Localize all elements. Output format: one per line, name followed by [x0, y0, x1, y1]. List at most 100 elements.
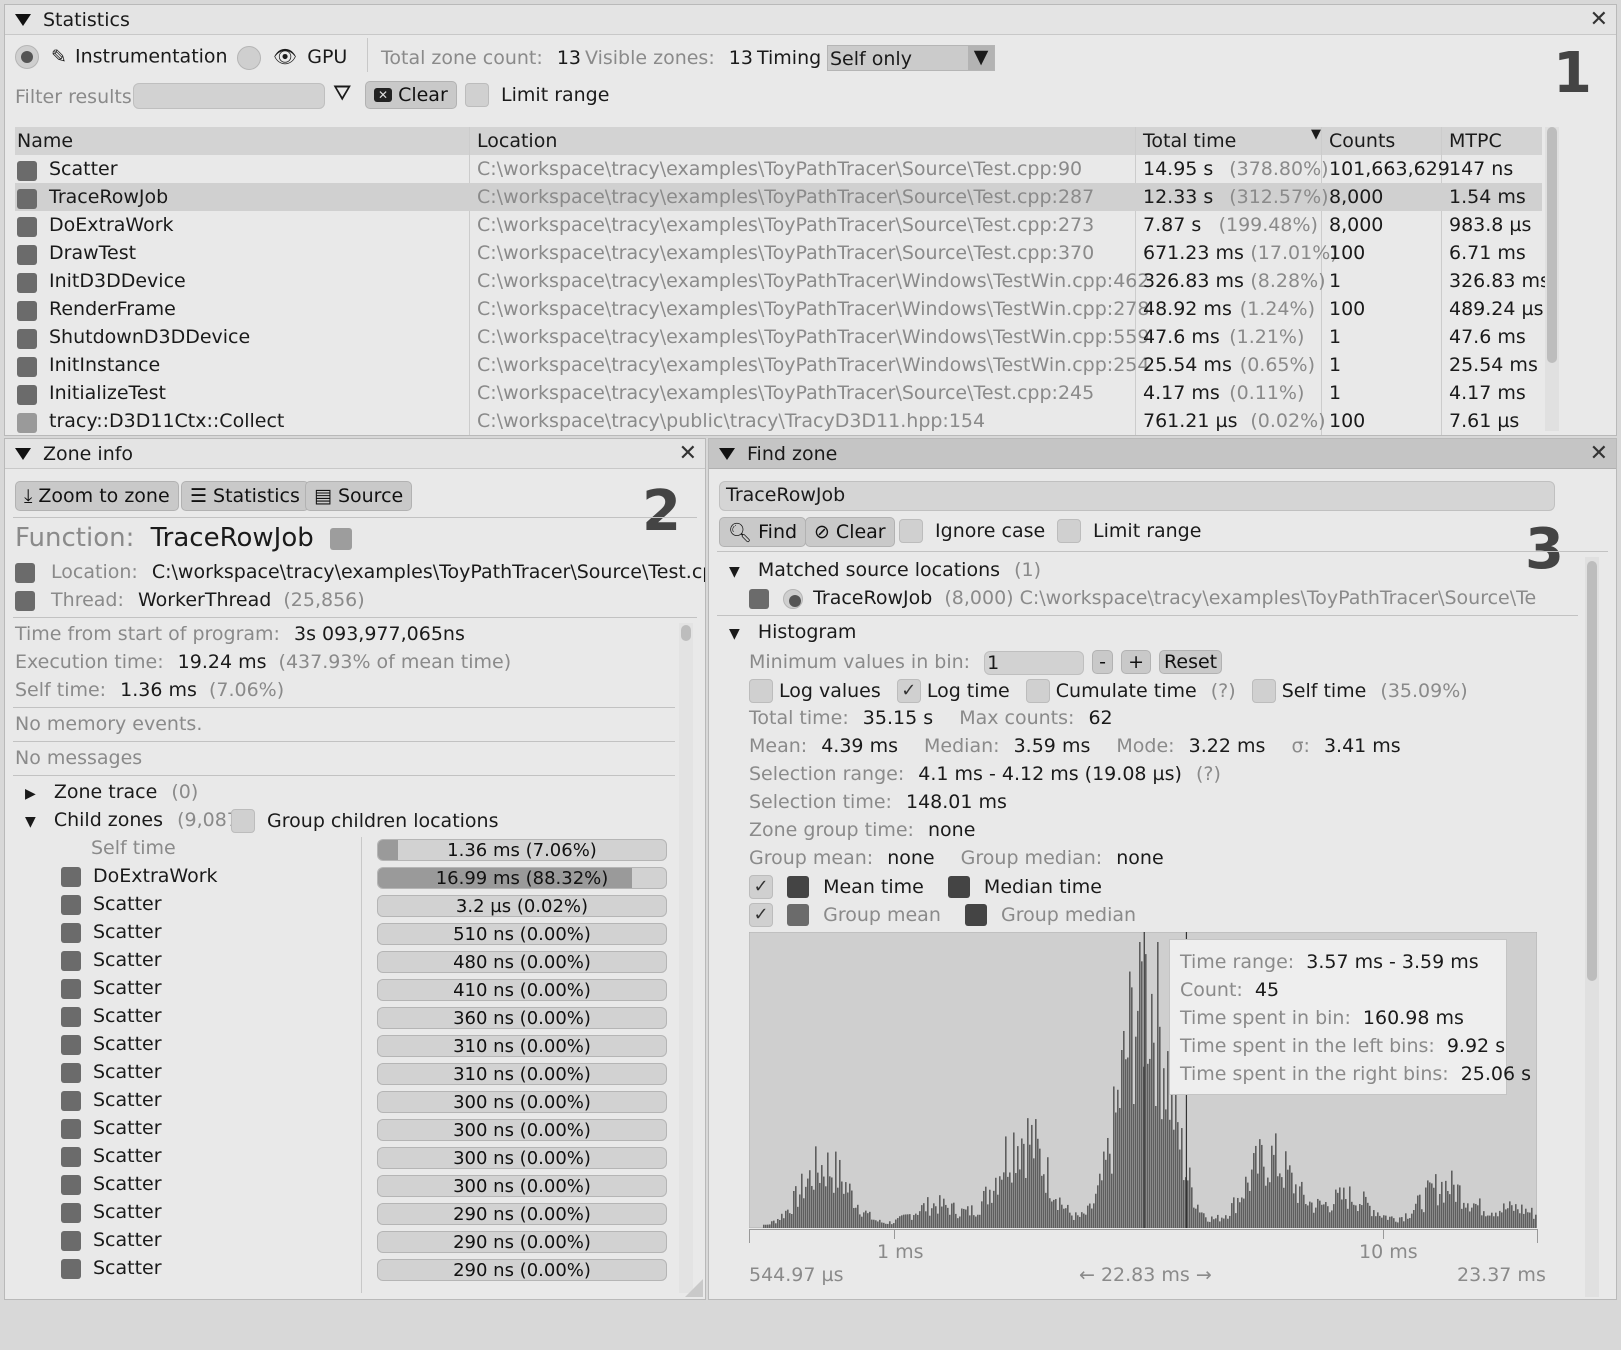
matched-locations-toggle[interactable]: ▼ Matched source locations (1): [729, 559, 1041, 581]
child-zone-bar[interactable]: 300 ns (0.00%): [377, 1175, 667, 1197]
mean-time-checkbox[interactable]: ✓: [749, 875, 773, 899]
table-row[interactable]: tracy::D3D11Ctx::Collect C:\workspace\tra…: [15, 407, 1542, 435]
child-zone-bar[interactable]: 410 ns (0.00%): [377, 979, 667, 1001]
table-row[interactable]: ShutdownD3DDevice C:\workspace\tracy\exam…: [15, 323, 1542, 351]
log-time-toggle[interactable]: ✓ Log time: [896, 679, 1010, 703]
collapse-triangle-icon[interactable]: [15, 13, 31, 26]
zone-location[interactable]: C:\workspace\tracy\examples\ToyPathTrace…: [477, 158, 1082, 180]
zone-location[interactable]: C:\workspace\tracy\examples\ToyPathTrace…: [477, 242, 1094, 264]
child-zone-bar[interactable]: 1.36 ms (7.06%): [377, 839, 667, 861]
child-zone-bar[interactable]: 300 ns (0.00%): [377, 1147, 667, 1169]
filter-input[interactable]: [133, 83, 325, 109]
group-children-toggle[interactable]: Group children locations: [231, 809, 499, 833]
histogram-toggle[interactable]: ▼ Histogram: [729, 621, 856, 643]
child-zone-bar[interactable]: 300 ns (0.00%): [377, 1119, 667, 1141]
child-zone-name[interactable]: Scatter: [61, 1257, 162, 1279]
child-zone-bar[interactable]: 290 ns (0.00%): [377, 1203, 667, 1225]
help-marker[interactable]: (?): [1196, 763, 1221, 785]
close-icon[interactable]: ✕: [1590, 441, 1608, 466]
child-zone-name[interactable]: DoExtraWork: [61, 865, 218, 887]
find-button[interactable]: 🔍︎ Find: [719, 517, 807, 547]
col-counts[interactable]: Counts: [1329, 130, 1395, 152]
table-row[interactable]: InitInstance C:\workspace\tracy\examples\…: [15, 351, 1542, 379]
zone-name[interactable]: InitializeTest: [49, 382, 166, 404]
scrollbar-thumb[interactable]: [1587, 561, 1597, 981]
child-zones-toggle[interactable]: ▼ Child zones (9,087): [25, 809, 246, 831]
zone-trace-toggle[interactable]: ▶ Zone trace (0): [25, 781, 198, 803]
child-zone-name[interactable]: Scatter: [61, 1145, 162, 1167]
matched-location-item[interactable]: TraceRowJob (8,000) C:\workspace\tracy\e…: [749, 587, 1537, 609]
clear-button[interactable]: ✕ Clear: [365, 81, 457, 109]
zone-location[interactable]: C:\workspace\tracy\examples\ToyPathTrace…: [477, 298, 1149, 320]
mode-instrumentation[interactable]: ✎ Instrumentation: [15, 45, 228, 69]
child-zone-name[interactable]: Scatter: [61, 1117, 162, 1139]
collapse-triangle-icon[interactable]: [15, 447, 31, 460]
clear-button[interactable]: ⊘ Clear: [805, 517, 895, 547]
child-zone-name[interactable]: Scatter: [61, 1173, 162, 1195]
limit-range-checkbox[interactable]: [465, 83, 489, 107]
col-mtpc[interactable]: MTPC: [1449, 130, 1502, 152]
zone-location[interactable]: C:\workspace\tracy\examples\ToyPathTrace…: [477, 270, 1149, 292]
table-row[interactable]: InitializeTest C:\workspace\tracy\example…: [15, 379, 1542, 407]
cumulate-time-toggle[interactable]: Cumulate time: [1025, 679, 1197, 703]
child-zone-name[interactable]: Scatter: [61, 1089, 162, 1111]
child-zone-bar[interactable]: 290 ns (0.00%): [377, 1259, 667, 1281]
child-zone-name[interactable]: Scatter: [61, 949, 162, 971]
zone-name[interactable]: tracy::D3D11Ctx::Collect: [49, 410, 284, 432]
table-row[interactable]: Scatter C:\workspace\tracy\examples\ToyPa…: [15, 155, 1542, 183]
child-zone-bar[interactable]: 16.99 ms (88.32%): [377, 867, 667, 889]
ignore-case-checkbox[interactable]: [899, 519, 923, 543]
zone-name[interactable]: InitD3DDevice: [49, 270, 186, 292]
zone-name[interactable]: RenderFrame: [49, 298, 176, 320]
zone-location[interactable]: C:\workspace\tracy\examples\ToyPathTrace…: [477, 326, 1149, 348]
col-name[interactable]: Name: [17, 130, 73, 152]
clipboard-icon[interactable]: [330, 527, 353, 550]
col-location[interactable]: Location: [477, 130, 557, 152]
table-row[interactable]: RenderFrame C:\workspace\tracy\examples\T…: [15, 295, 1544, 323]
child-zone-name[interactable]: Scatter: [61, 1229, 162, 1251]
zone-location[interactable]: C:\workspace\tracy\examples\ToyPathTrace…: [477, 382, 1094, 404]
increment-button[interactable]: +: [1121, 650, 1151, 674]
child-zone-name[interactable]: Scatter: [61, 1033, 162, 1055]
zone-name[interactable]: Scatter: [49, 158, 118, 180]
child-zone-bar[interactable]: 310 ns (0.00%): [377, 1063, 667, 1085]
table-row[interactable]: TraceRowJob C:\workspace\tracy\examples\T…: [15, 183, 1542, 211]
group-mean-checkbox[interactable]: ✓: [749, 903, 773, 927]
statistics-titlebar[interactable]: Statistics ✕: [5, 5, 1616, 35]
log-values-toggle[interactable]: Log values: [749, 679, 881, 703]
dropdown-arrow-icon[interactable]: ▼: [968, 46, 994, 70]
limit-range-toggle[interactable]: Limit range: [465, 83, 609, 107]
scrollbar-thumb[interactable]: [681, 625, 691, 641]
reset-button[interactable]: Reset: [1159, 650, 1223, 674]
timing-select[interactable]: Self only ▼: [827, 45, 995, 71]
child-zone-bar[interactable]: 510 ns (0.00%): [377, 923, 667, 945]
close-icon[interactable]: ✕: [1590, 7, 1608, 32]
group-children-checkbox[interactable]: [231, 809, 255, 833]
child-zone-bar[interactable]: 310 ns (0.00%): [377, 1035, 667, 1057]
radio-gpu[interactable]: [237, 45, 261, 70]
table-row[interactable]: DoExtraWork C:\workspace\tracy\examples\T…: [15, 211, 1542, 239]
scrollbar-track[interactable]: [1545, 127, 1559, 431]
zone-name[interactable]: InitInstance: [49, 354, 160, 376]
zone-location[interactable]: C:\workspace\tracy\examples\ToyPathTrace…: [477, 214, 1094, 236]
scrollbar-track[interactable]: [679, 623, 693, 1293]
ignore-case-toggle[interactable]: Ignore case: [899, 519, 1045, 543]
zone-name[interactable]: DrawTest: [49, 242, 136, 264]
child-zone-name[interactable]: Scatter: [61, 1061, 162, 1083]
mode-gpu[interactable]: 👁 GPU: [237, 45, 347, 70]
filter-icon[interactable]: ⛛: [333, 81, 351, 106]
zone-info-titlebar[interactable]: Zone info ✕: [5, 439, 705, 469]
zone-name[interactable]: TraceRowJob: [49, 186, 168, 208]
col-total-time[interactable]: Total time: [1143, 130, 1236, 152]
zone-location[interactable]: C:\workspace\tracy\public\tracy\TracyD3D…: [477, 410, 985, 432]
find-zone-titlebar[interactable]: Find zone ✕: [709, 439, 1616, 469]
radio-instrumentation[interactable]: [15, 45, 39, 69]
child-zone-bar[interactable]: 300 ns (0.00%): [377, 1091, 667, 1113]
scrollbar-track[interactable]: [1585, 557, 1599, 1297]
help-marker[interactable]: (?): [1211, 680, 1236, 702]
child-zone-bar[interactable]: 480 ns (0.00%): [377, 951, 667, 973]
table-row[interactable]: InitD3DDevice C:\workspace\tracy\examples…: [15, 267, 1550, 295]
limit-range-toggle[interactable]: Limit range: [1057, 519, 1201, 543]
child-zone-bar[interactable]: 290 ns (0.00%): [377, 1231, 667, 1253]
collapse-triangle-icon[interactable]: [719, 447, 735, 460]
